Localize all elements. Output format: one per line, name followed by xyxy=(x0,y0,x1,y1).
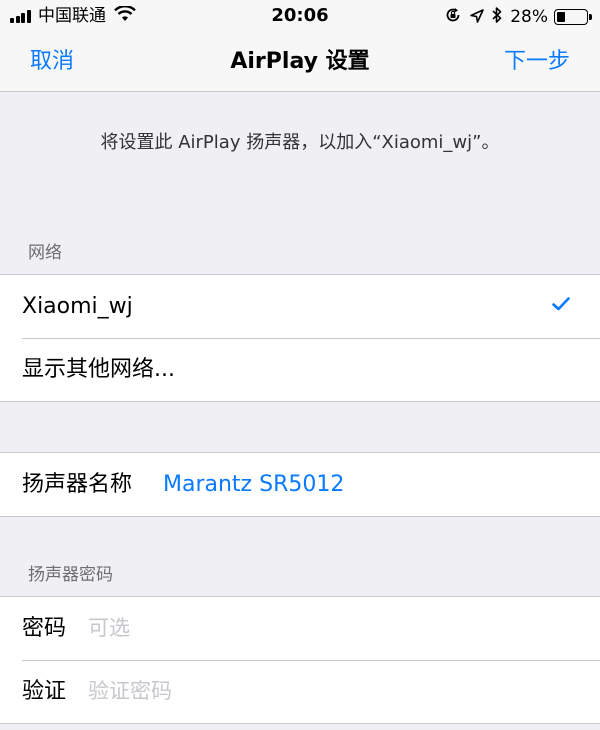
bluetooth-icon xyxy=(492,6,502,28)
password-row: 密码 xyxy=(0,597,600,660)
password-field[interactable] xyxy=(88,613,568,643)
show-other-networks-item[interactable]: 显示其他网络... xyxy=(0,338,600,401)
verify-label: 验证 xyxy=(22,679,67,704)
speaker-name-group: 扬声器名称 Marantz SR5012 xyxy=(0,452,600,517)
speaker-password-group: 密码 验证 xyxy=(0,596,600,724)
network-item-xiaomi-wj[interactable]: Xiaomi_wj xyxy=(0,275,600,338)
battery-icon xyxy=(554,9,592,25)
info-text: 将设置此 AirPlay 扬声器，以加入“Xiaomi_wj”。 xyxy=(100,132,500,153)
navigation-bar: 取消 AirPlay 设置 下一步 xyxy=(0,34,600,92)
network-section-header: 网络 xyxy=(28,243,62,263)
checkmark-icon xyxy=(552,296,570,315)
status-bar-right: 28% xyxy=(436,6,592,28)
battery-level xyxy=(557,12,565,22)
status-bar: 中国联通 20:06 28% xyxy=(0,0,600,34)
password-label: 密码 xyxy=(22,616,67,641)
battery-percentage: 28% xyxy=(510,7,548,27)
speaker-name-value[interactable]: Marantz SR5012 xyxy=(163,471,344,499)
network-name: Xiaomi_wj xyxy=(22,294,133,319)
orientation-lock-icon xyxy=(444,6,462,28)
next-button[interactable]: 下一步 xyxy=(504,48,570,76)
speaker-name-row[interactable]: 扬声器名称 Marantz SR5012 xyxy=(0,453,600,516)
speaker-password-section-header: 扬声器密码 xyxy=(28,565,113,585)
verify-password-field[interactable] xyxy=(88,676,568,706)
speaker-name-label: 扬声器名称 xyxy=(22,472,133,497)
network-list: Xiaomi_wj 显示其他网络... xyxy=(0,274,600,402)
verify-row: 验证 xyxy=(0,660,600,723)
location-icon xyxy=(470,8,485,27)
show-other-networks-label: 显示其他网络... xyxy=(22,357,175,382)
